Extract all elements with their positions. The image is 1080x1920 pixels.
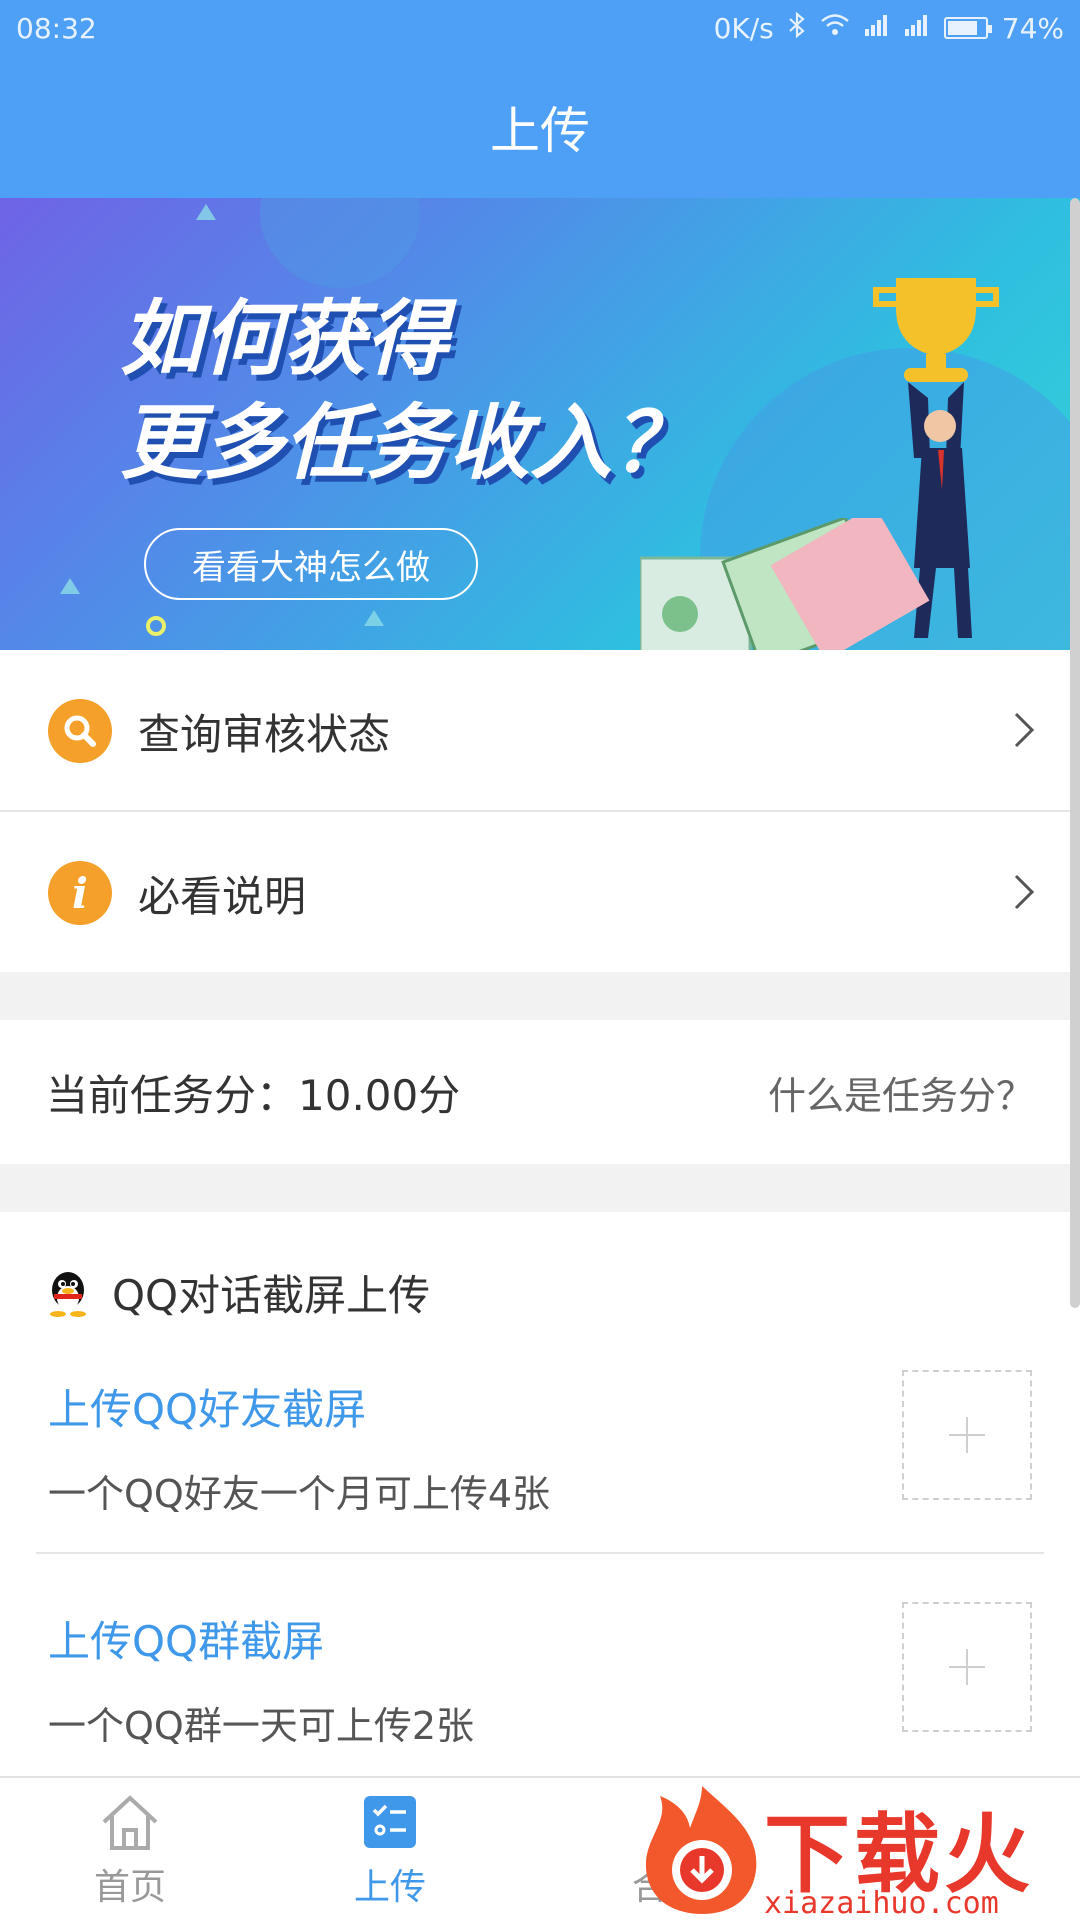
decor-circle xyxy=(260,198,420,288)
battery-icon xyxy=(943,17,992,39)
banner-headline-line: 更多任务收入？ xyxy=(120,396,694,491)
watermark-logo: 下载火 xiazaihuo.com xyxy=(640,1776,1080,1920)
qq-section-header: QQ对话截屏上传 xyxy=(46,1262,430,1323)
decor-triangle xyxy=(196,204,216,220)
task-score-row: 当前任务分：10.00分 什么是任务分？ xyxy=(0,1020,1080,1164)
task-score-value: 当前任务分：10.00分 xyxy=(46,1070,461,1120)
upload-list-icon xyxy=(364,1796,416,1848)
chevron-right-icon xyxy=(1014,874,1035,910)
chevron-right-icon xyxy=(1014,712,1035,748)
battery-percent: 74% xyxy=(1001,11,1064,45)
menu-item-instructions[interactable]: i 必看说明 xyxy=(0,812,1080,974)
banner-cta-button[interactable]: 看看大神怎么做 xyxy=(144,528,478,600)
home-icon xyxy=(102,1795,158,1850)
status-bar: 08:32 0K/s 74% xyxy=(0,0,1080,56)
scrollbar[interactable] xyxy=(1070,198,1080,1308)
task-score-help-link[interactable]: 什么是任务分？ xyxy=(768,1065,1034,1120)
promo-banner[interactable]: 如何获得 更多任务收入？ 看看大神怎么做 xyxy=(0,198,1080,650)
tab-home[interactable]: 首页 xyxy=(0,1778,260,1920)
banner-headline-line: 如何获得 xyxy=(120,292,448,387)
search-icon xyxy=(48,699,112,763)
add-image-button[interactable] xyxy=(902,1602,1032,1732)
upload-item-desc: 一个QQ好友一个月可上传4张 xyxy=(48,1472,550,1516)
plus-icon xyxy=(949,1649,985,1685)
watermark-url: xiazaihuo.com xyxy=(764,1886,999,1920)
plus-icon xyxy=(949,1417,985,1453)
banner-headline: 如何获得 更多任务收入？ xyxy=(120,288,740,496)
money-illustration xyxy=(640,518,930,650)
tab-upload[interactable]: 上传 xyxy=(260,1778,520,1920)
status-icons: 0K/s 74% xyxy=(713,11,1064,45)
qq-penguin-icon xyxy=(50,1271,86,1317)
upload-qq-friend-item[interactable]: 上传QQ好友截屏 一个QQ好友一个月可上传4张 xyxy=(48,1370,1032,1516)
wifi-icon xyxy=(820,13,850,44)
qq-section-title: QQ对话截屏上传 xyxy=(112,1271,431,1320)
decor-ring xyxy=(146,616,166,636)
menu-item-review-status[interactable]: 查询审核状态 xyxy=(0,650,1080,812)
upload-item-title: 上传QQ好友截屏 xyxy=(48,1385,367,1434)
tab-label: 上传 xyxy=(353,1867,426,1908)
tab-label: 首页 xyxy=(93,1867,166,1908)
decor-triangle xyxy=(60,578,80,594)
add-image-button[interactable] xyxy=(902,1370,1032,1500)
section-gap xyxy=(0,1164,1080,1212)
decor-triangle xyxy=(364,610,384,626)
upload-qq-group-item[interactable]: 上传QQ群截屏 一个QQ群一天可上传2张 xyxy=(48,1602,1032,1748)
page-title: 上传 xyxy=(490,102,590,160)
section-gap xyxy=(0,972,1080,1020)
net-speed: 0K/s xyxy=(713,11,774,45)
flame-logo-icon xyxy=(645,1786,757,1914)
status-time: 08:32 xyxy=(16,11,97,45)
app-bar: 上传 xyxy=(0,56,1080,198)
divider xyxy=(36,1552,1044,1554)
signal-icon xyxy=(864,13,890,44)
info-icon: i xyxy=(48,861,112,925)
menu-item-label: 必看说明 xyxy=(138,871,307,921)
bluetooth-icon xyxy=(788,11,806,45)
menu-item-label: 查询审核状态 xyxy=(138,709,391,759)
upload-item-title: 上传QQ群截屏 xyxy=(48,1617,325,1666)
upload-item-desc: 一个QQ群一天可上传2张 xyxy=(48,1704,474,1748)
signal-icon xyxy=(904,13,930,44)
